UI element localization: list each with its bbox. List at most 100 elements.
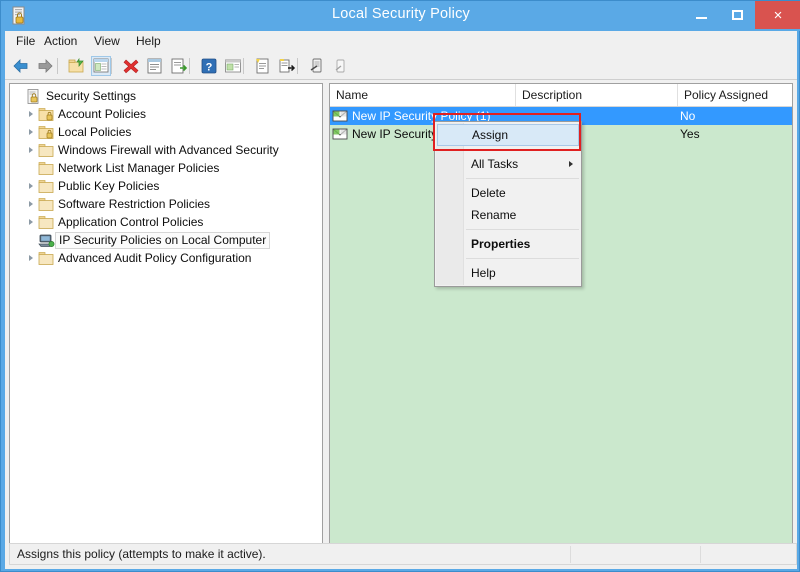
folder-icon — [38, 251, 55, 266]
menu-action[interactable]: Action — [41, 34, 80, 48]
policy-assigned-cell: No — [680, 109, 696, 123]
submenu-arrow-icon — [569, 161, 573, 167]
tree-item-ip-security-policies[interactable]: IP Security Policies on Local Computer — [10, 231, 322, 249]
close-button[interactable]: × — [755, 1, 800, 29]
folder-icon — [38, 197, 55, 212]
console-tree: Security Settings Account Policies Local… — [10, 87, 322, 267]
manage-ip-filter-lists-icon[interactable] — [277, 56, 297, 76]
svg-text:?: ? — [206, 62, 213, 74]
status-divider — [570, 546, 571, 563]
menu-file[interactable]: File — [13, 34, 38, 48]
toolbar-separator — [243, 58, 244, 74]
context-menu-item-label: Properties — [471, 237, 531, 251]
tree-item-label: Local Policies — [58, 125, 132, 139]
status-bar: Assigns this policy (attempts to make it… — [9, 543, 797, 565]
menu-bar: File Action View Help — [5, 31, 797, 54]
maximize-icon — [731, 10, 743, 20]
check-policy-integrity-icon[interactable] — [331, 56, 351, 76]
context-menu[interactable]: Assign All Tasks Delete Rename Propertie… — [434, 121, 582, 287]
tree-item-label: Application Control Policies — [58, 215, 204, 229]
restore-default-policies-icon[interactable] — [307, 56, 327, 76]
close-icon: × — [773, 6, 783, 24]
back-arrow-icon[interactable] — [11, 56, 31, 76]
column-header-description[interactable]: Description — [516, 84, 678, 106]
tree-item-network-list-manager[interactable]: Network List Manager Policies — [10, 159, 322, 177]
tree-item-windows-firewall[interactable]: Windows Firewall with Advanced Security — [10, 141, 322, 159]
context-menu-item-delete[interactable]: Delete — [435, 182, 581, 204]
tree-expander-icon[interactable] — [24, 129, 38, 135]
tree-item-label: Account Policies — [58, 107, 147, 121]
create-ip-security-policy-icon[interactable] — [253, 56, 273, 76]
tree-expander-icon[interactable] — [24, 183, 38, 189]
export-list-icon[interactable] — [169, 56, 189, 76]
context-menu-item-properties[interactable]: Properties — [435, 233, 581, 255]
context-menu-separator — [466, 229, 579, 230]
status-text: Assigns this policy (attempts to make it… — [17, 547, 266, 561]
tree-item-label: Windows Firewall with Advanced Security — [58, 143, 279, 157]
title-bar[interactable]: Local Security Policy × — [1, 1, 800, 31]
tree-item-account-policies[interactable]: Account Policies — [10, 105, 322, 123]
toolbar: ? — [5, 53, 797, 80]
maximize-button[interactable] — [719, 1, 755, 29]
local-security-policy-window: Local Security Policy × File Action View — [0, 0, 800, 572]
tree-item-label: Security Settings — [46, 89, 137, 103]
tree-item-software-restriction[interactable]: Software Restriction Policies — [10, 195, 322, 213]
show-hide-console-tree-icon[interactable] — [91, 56, 111, 76]
policy-name-text: New IP Security — [352, 127, 438, 141]
properties-icon[interactable] — [145, 56, 165, 76]
folder-lock-icon — [38, 125, 55, 140]
ip-policy-icon — [332, 127, 349, 142]
tree-expander-icon[interactable] — [24, 111, 38, 117]
status-divider — [700, 546, 701, 563]
window-controls: × — [683, 1, 800, 29]
delete-icon[interactable] — [121, 56, 141, 76]
tree-expander-icon[interactable] — [24, 201, 38, 207]
context-menu-separator — [466, 178, 579, 179]
context-menu-item-label: Help — [471, 266, 496, 280]
context-menu-item-help[interactable]: Help — [435, 262, 581, 284]
folder-icon — [38, 215, 55, 230]
tree-item-advanced-audit-policy[interactable]: Advanced Audit Policy Configuration — [10, 249, 322, 267]
tree-item-label: Network List Manager Policies — [58, 161, 220, 175]
policy-name-cell: New IP Security — [332, 127, 437, 142]
help-icon[interactable]: ? — [199, 56, 219, 76]
tree-item-local-policies[interactable]: Local Policies — [10, 123, 322, 141]
ip-policy-icon — [332, 109, 349, 124]
column-header-policy-assigned[interactable]: Policy Assigned — [678, 84, 792, 106]
tree-item-public-key-policies[interactable]: Public Key Policies — [10, 177, 322, 195]
context-menu-separator — [466, 149, 579, 150]
context-menu-item-all-tasks[interactable]: All Tasks — [435, 153, 581, 175]
forward-arrow-icon[interactable] — [35, 56, 55, 76]
list-header: Name Description Policy Assigned — [330, 84, 792, 107]
tree-item-security-settings[interactable]: Security Settings — [10, 87, 322, 105]
context-menu-item-assign[interactable]: Assign — [437, 124, 579, 146]
context-menu-item-label: Rename — [471, 208, 517, 222]
tree-expander-icon[interactable] — [24, 147, 38, 153]
client-area: File Action View Help ? Security Setting… — [5, 31, 797, 569]
tree-item-label: Software Restriction Policies — [58, 197, 211, 211]
minimize-icon — [695, 17, 707, 19]
column-header-name[interactable]: Name — [330, 84, 516, 106]
context-menu-separator — [466, 258, 579, 259]
show-action-pane-icon[interactable] — [223, 56, 243, 76]
menu-help[interactable]: Help — [133, 34, 164, 48]
context-menu-item-rename[interactable]: Rename — [435, 204, 581, 226]
folder-icon — [38, 161, 55, 176]
toolbar-separator — [111, 58, 112, 74]
tree-expander-icon[interactable] — [24, 219, 38, 225]
tree-item-application-control[interactable]: Application Control Policies — [10, 213, 322, 231]
minimize-button[interactable] — [683, 1, 719, 29]
window-title: Local Security Policy — [332, 6, 470, 22]
folder-icon — [38, 179, 55, 194]
window-frame: Local Security Policy × File Action View — [0, 0, 800, 572]
tree-expander-icon[interactable] — [24, 255, 38, 261]
policy-assigned-cell: Yes — [680, 127, 700, 141]
toolbar-separator — [297, 58, 298, 74]
tree-item-label: Public Key Policies — [58, 179, 160, 193]
menu-view[interactable]: View — [91, 34, 123, 48]
security-settings-icon — [26, 88, 43, 104]
folder-icon — [38, 143, 55, 158]
up-folder-icon[interactable] — [67, 56, 87, 76]
tree-item-label: Advanced Audit Policy Configuration — [58, 251, 252, 265]
console-tree-panel[interactable]: Security Settings Account Policies Local… — [9, 83, 323, 565]
